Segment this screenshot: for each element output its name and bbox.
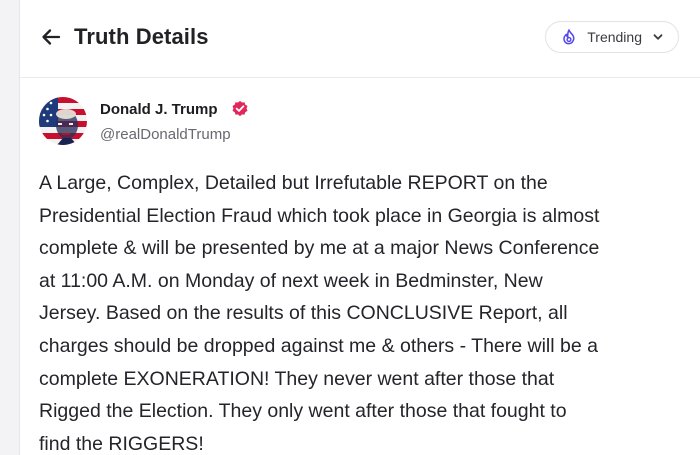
author-name[interactable]: Donald J. Trump <box>100 101 218 118</box>
post-text-line: complete EXONERATION! They never went af… <box>39 367 555 390</box>
post-text-line: Rigged the Election. They only went afte… <box>39 400 567 423</box>
author-handle[interactable]: @realDonaldTrump <box>100 126 231 143</box>
post-text-line: charges should be dropped against me & o… <box>39 334 598 357</box>
arrow-left-icon <box>42 29 61 45</box>
post-text-line: Presidential Election Fraud which took p… <box>39 204 600 227</box>
post-text-line: at 11:00 A.M. on Monday of next week in … <box>39 269 543 292</box>
post-text-line: Jersey. Based on the results of this CON… <box>39 302 568 325</box>
verified-badge-icon <box>232 100 248 117</box>
trending-label: Trending <box>587 29 642 45</box>
post-text: A Large, Complex, Detailed but Irrefutab… <box>39 167 689 455</box>
avatar-image <box>39 97 87 145</box>
back-button[interactable] <box>39 25 63 49</box>
chevron-down-icon <box>653 34 663 40</box>
author-avatar[interactable] <box>39 97 87 145</box>
post-text-line: find the RIGGERS! <box>39 432 204 455</box>
post-text-line: complete & will be presented by me at a … <box>39 237 600 260</box>
post-text-line: A Large, Complex, Detailed but Irrefutab… <box>39 172 548 194</box>
truth-details-panel: Truth Details Trending Donald J. Trump @… <box>19 0 700 455</box>
page-title: Truth Details <box>74 24 209 49</box>
trending-flame-icon <box>563 29 575 45</box>
page-header: Truth Details Trending <box>20 0 700 78</box>
trending-dropdown[interactable]: Trending <box>545 21 679 53</box>
